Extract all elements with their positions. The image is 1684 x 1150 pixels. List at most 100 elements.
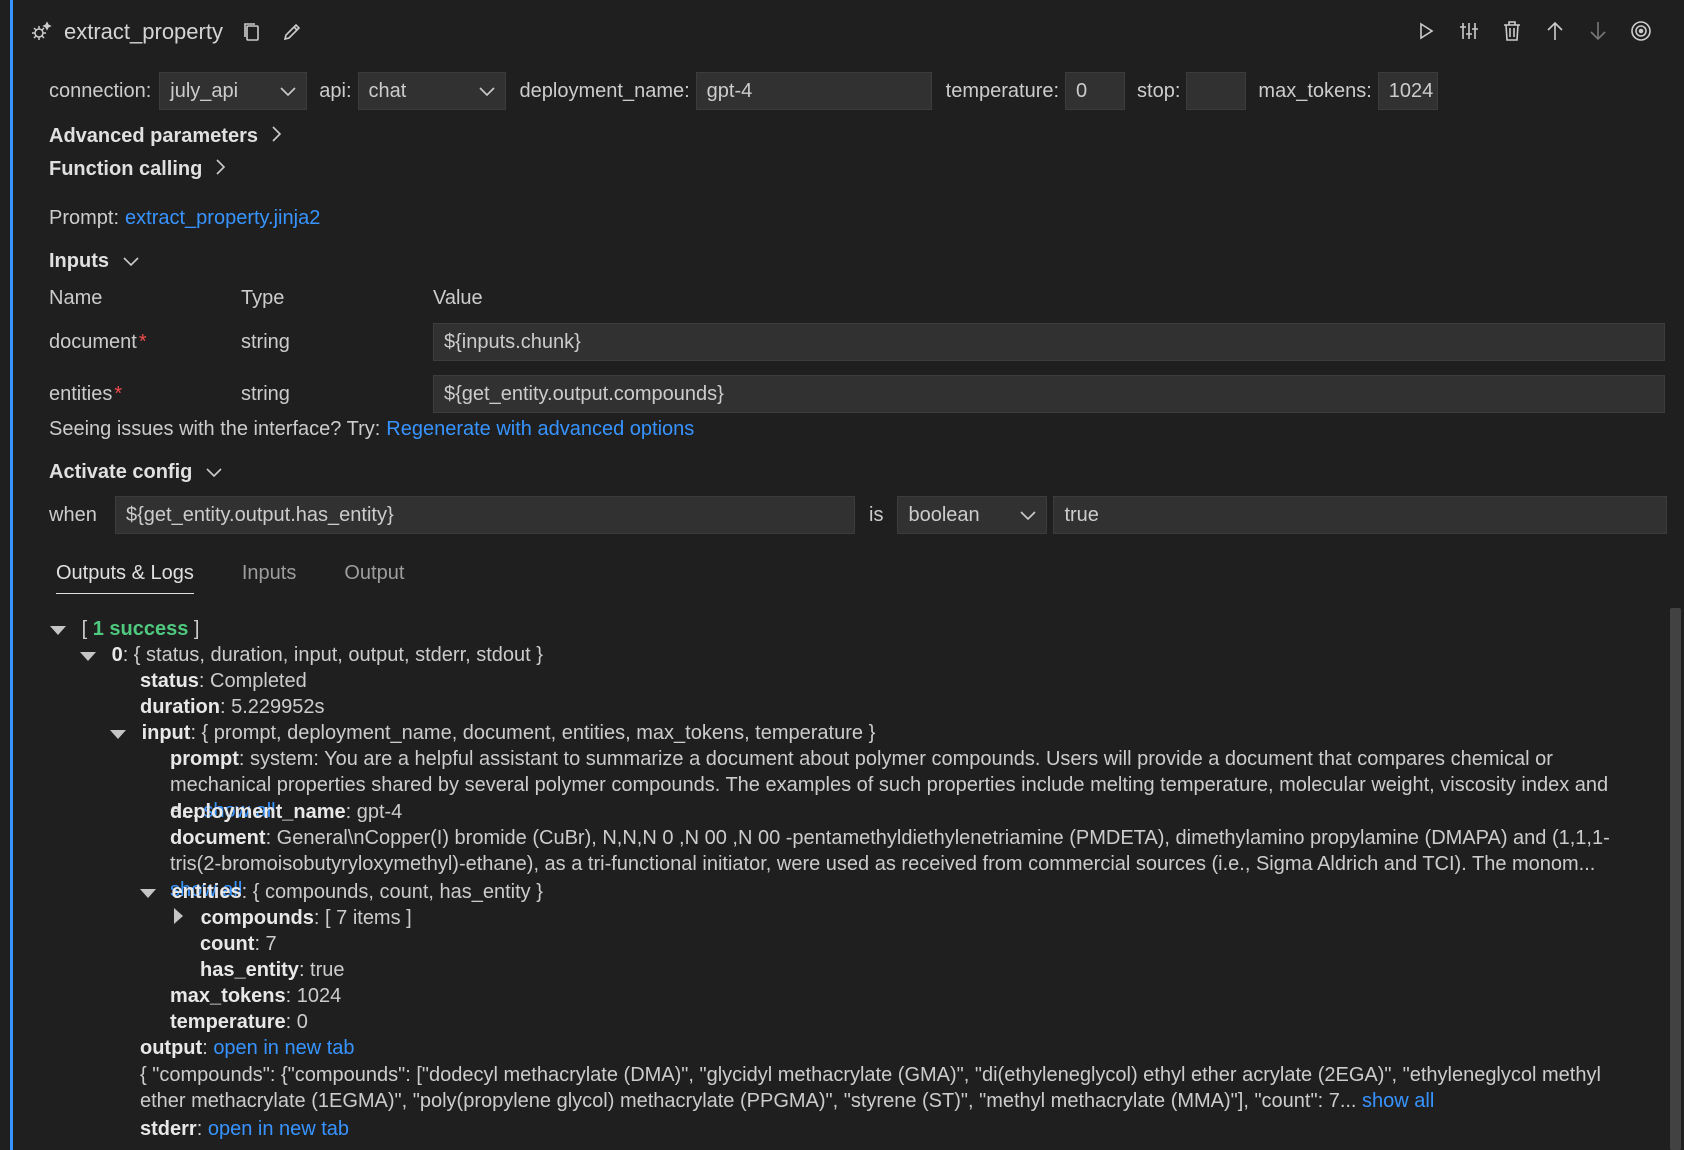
tree-key: duration [140, 696, 220, 718]
activate-expression-value: ${get_entity.output.has_entity} [126, 503, 394, 526]
expand-arrow-icon[interactable] [80, 652, 96, 661]
show-all-link[interactable]: show all [1362, 1090, 1434, 1112]
stop-input[interactable] [1186, 72, 1247, 110]
output-json-preview: { "compounds": {"compounds": ["dodecyl m… [140, 1062, 1630, 1114]
input-type: string [241, 382, 290, 405]
tree-deployment-name: deployment_name: gpt-4 [170, 799, 402, 825]
connection-value: july_api [170, 79, 239, 102]
tree-key: 0 [111, 644, 123, 666]
copy-icon[interactable] [239, 19, 265, 45]
chevron-right-icon [272, 125, 282, 148]
max-tokens-input[interactable]: 1024 [1377, 72, 1438, 110]
tree-item-0[interactable]: 0: { status, duration, input, output, st… [80, 642, 543, 668]
activate-value-input[interactable]: true [1053, 496, 1668, 534]
tree-entities[interactable]: entities: { compounds, count, has_entity… [140, 879, 543, 905]
tree-key: document [170, 827, 266, 849]
open-in-new-tab-link[interactable]: open in new tab [208, 1118, 349, 1140]
edit-pencil-icon[interactable] [279, 19, 305, 45]
api-label: api: [319, 79, 352, 102]
tree-key: count [200, 933, 255, 955]
inputs-table-header: Name Type Value [49, 287, 483, 310]
tree-value: : 1024 [285, 985, 342, 1007]
temperature-input[interactable]: 0 [1065, 72, 1126, 110]
input-name: document [49, 330, 137, 353]
vertical-scrollbar[interactable] [1670, 608, 1681, 1150]
tree-value: : 5.229952s [220, 696, 325, 718]
tree-output: output: open in new tab [140, 1035, 355, 1061]
inputs-toggle[interactable]: Inputs [49, 250, 139, 273]
tab-outputs-logs[interactable]: Outputs & Logs [56, 562, 194, 594]
tree-duration: duration: 5.229952s [140, 694, 325, 720]
expand-arrow-icon[interactable] [50, 626, 66, 635]
tree-summary: : { prompt, deployment_name, document, e… [190, 722, 876, 744]
tree-colon: : [202, 1037, 214, 1059]
inputs-section-label: Inputs [49, 250, 109, 272]
run-icon[interactable] [1413, 18, 1439, 44]
tree-max-tokens: max_tokens: 1024 [170, 983, 341, 1009]
tab-inputs[interactable]: Inputs [242, 562, 296, 594]
prompt-file-link[interactable]: extract_property.jinja2 [125, 207, 320, 230]
target-icon[interactable] [1628, 18, 1654, 44]
chevron-down-icon [1020, 504, 1037, 527]
tree-stderr: stderr: open in new tab [140, 1116, 349, 1142]
tree-root[interactable]: [ 1 success ] [50, 616, 199, 642]
activate-config-row: when ${get_entity.output.has_entity} is … [49, 496, 1668, 534]
input-type: string [241, 330, 290, 353]
temperature-value: 0 [1076, 79, 1088, 102]
activate-value: true [1064, 503, 1099, 526]
activate-type-select[interactable]: boolean [897, 496, 1048, 534]
settings-sliders-icon[interactable] [1456, 18, 1482, 44]
tree-key: output [140, 1037, 203, 1059]
tree-summary: : { status, duration, input, output, std… [122, 644, 543, 666]
when-label: when [49, 503, 97, 526]
llm-node-icon [28, 19, 54, 45]
tree-key: max_tokens [170, 985, 286, 1007]
required-marker: * [114, 382, 123, 405]
connection-select[interactable]: july_api [159, 72, 308, 110]
function-calling-toggle[interactable]: Function calling [49, 158, 226, 181]
node-title: extract_property [64, 19, 223, 44]
tree-key: prompt [170, 748, 239, 770]
temperature-label: temperature: [945, 79, 1060, 102]
input-value-field[interactable]: ${get_entity.output.compounds} [433, 375, 1665, 413]
tree-value: : [ 7 items ] [313, 907, 412, 929]
activate-config-label: Activate config [49, 461, 193, 483]
regenerate-link[interactable]: Regenerate with advanced options [386, 418, 694, 441]
tree-status: status: Completed [140, 668, 307, 694]
tree-key: deployment_name [170, 801, 346, 823]
tree-key: compounds [200, 907, 314, 929]
expand-arrow-icon[interactable] [110, 730, 126, 739]
tree-temperature: temperature: 0 [170, 1009, 308, 1035]
tree-input[interactable]: input: { prompt, deployment_name, docume… [110, 720, 875, 746]
deployment-name-input[interactable]: gpt-4 [695, 72, 932, 110]
chevron-down-icon [478, 80, 495, 103]
tree-value: : 7 [254, 933, 277, 955]
chevron-down-icon [123, 250, 139, 273]
input-value-field[interactable]: ${inputs.chunk} [433, 323, 1665, 361]
api-value: chat [368, 79, 407, 102]
max-tokens-label: max_tokens: [1258, 79, 1372, 102]
delete-icon[interactable] [1499, 18, 1525, 44]
activate-config-toggle[interactable]: Activate config [49, 461, 222, 484]
output-tabs: Outputs & Logs Inputs Output [56, 562, 404, 594]
tree-compounds[interactable]: compounds: [ 7 items ] [174, 905, 412, 931]
tree-key: entities [171, 881, 242, 903]
stop-label: stop: [1137, 79, 1181, 102]
activate-expression-input[interactable]: ${get_entity.output.has_entity} [115, 496, 855, 534]
required-marker: * [138, 330, 147, 353]
advanced-parameters-toggle[interactable]: Advanced parameters [49, 125, 282, 148]
expand-arrow-icon[interactable] [140, 889, 156, 898]
api-select[interactable]: chat [357, 72, 506, 110]
open-in-new-tab-link[interactable]: open in new tab [213, 1037, 354, 1059]
tab-output[interactable]: Output [344, 562, 404, 594]
collapsed-arrow-icon[interactable] [174, 908, 183, 924]
advanced-parameters-label: Advanced parameters [49, 125, 258, 147]
max-tokens-value: 1024 [1388, 79, 1434, 102]
connection-label: connection: [49, 79, 152, 102]
chevron-right-icon [216, 158, 226, 181]
move-up-icon[interactable] [1542, 18, 1568, 44]
success-count: 1 success [92, 618, 189, 640]
tree-count: count: 7 [200, 931, 277, 957]
deployment-name-value: gpt-4 [706, 79, 753, 102]
move-down-icon[interactable] [1585, 18, 1611, 44]
